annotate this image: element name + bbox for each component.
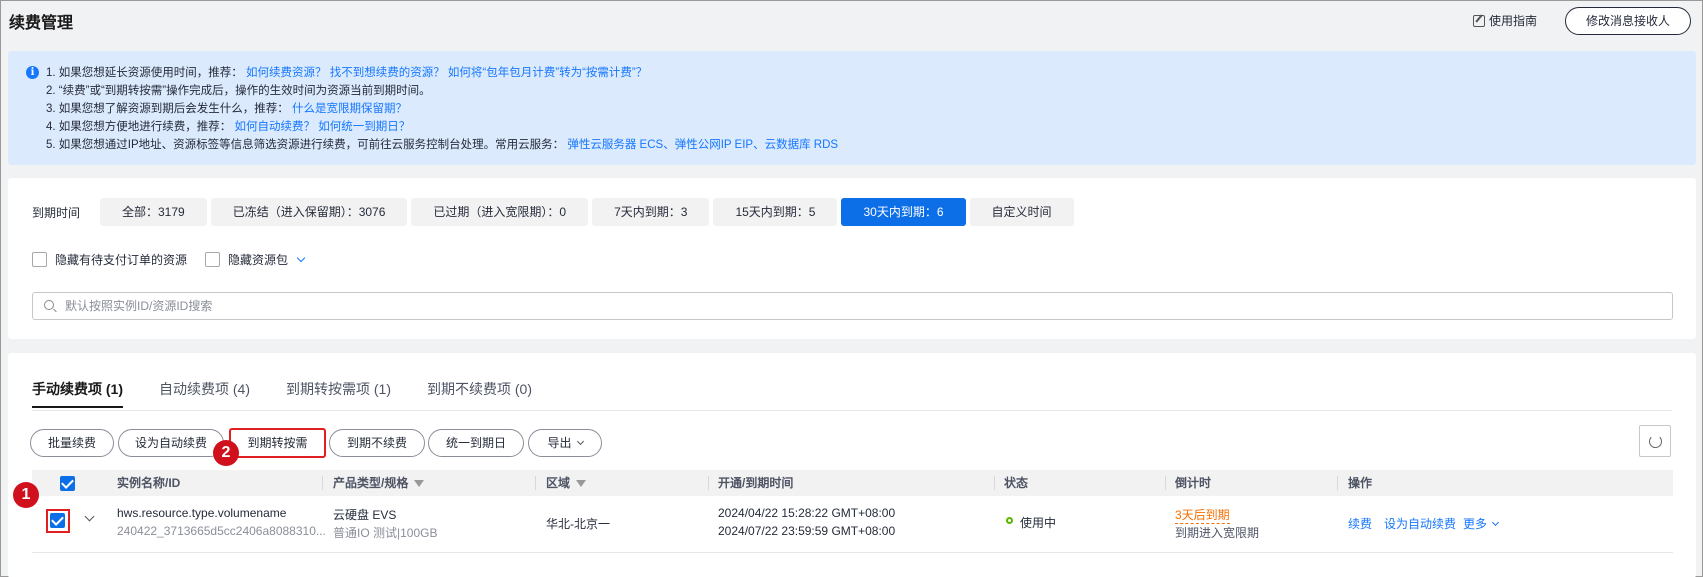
start-time: 2024/04/22 15:28:22 GMT+08:00 (718, 506, 896, 520)
tab-ondemand[interactable]: 到期转按需项 (1) (286, 379, 391, 408)
col-instance: 实例名称/ID (117, 476, 181, 490)
region-value: 华北-北京一 (546, 517, 610, 531)
tab-no-renew[interactable]: 到期不续费项 (0) (427, 379, 532, 408)
col-region: 区域 (546, 470, 587, 496)
tab-manual[interactable]: 手动续费项 (1) (32, 379, 123, 408)
search-input[interactable] (65, 296, 1655, 316)
end-time: 2024/07/22 23:59:59 GMT+08:00 (718, 524, 896, 538)
chip-expired[interactable]: 已过期（进入宽限期）：0 (411, 198, 589, 226)
notice-line-1: 1. 如果您想延长资源使用时间，推荐： 如何续费资源？ 找不到想续费的资源？ 如… (46, 67, 648, 79)
list-panel: 手动续费项 (1) 自动续费项 (4) 到期转按需项 (1) 到期不续费项 (0… (8, 353, 1696, 577)
page-frame: 续费管理 使用指南 修改消息接收人 i 1. 如果您想延长资源使用时间，推荐： … (0, 0, 1703, 577)
table-header: 实例名称/ID 产品类型/规格 区域 开通/到期时间 状态 倒计时 操作 (32, 470, 1673, 496)
col-countdown: 倒计时 (1175, 476, 1212, 490)
select-all-checkbox[interactable] (60, 476, 75, 491)
refresh-button[interactable] (1639, 425, 1671, 457)
filter-icon[interactable] (576, 480, 587, 488)
set-auto-renew-button[interactable]: 设为自动续费 (118, 429, 224, 457)
col-divider (1165, 476, 1166, 490)
page-header: 续费管理 使用指南 修改消息接收人 (1, 1, 1702, 41)
info-icon: i (26, 66, 39, 79)
product-spec: 普通IO 测试|100GB (333, 526, 438, 540)
filter-icon[interactable] (414, 480, 425, 488)
row-checkbox-highlight[interactable] (46, 509, 70, 533)
notice-line-4: 4. 如果您想方便地进行续费，推荐： 如何自动续费？ 如何统一到期日？ (46, 121, 411, 133)
guide-label: 使用指南 (1488, 14, 1537, 28)
table-row: hws.resource.type.volumename 240422_3713… (32, 497, 1673, 553)
row-checkbox[interactable] (50, 513, 65, 528)
link-auto-renew[interactable]: 如何自动续费？ (235, 121, 316, 133)
countdown-value: 3天后到期 (1175, 508, 1230, 524)
unify-date-button[interactable]: 统一到期日 (428, 429, 524, 457)
chip-7days[interactable]: 7天内到期：3 (592, 198, 710, 226)
checkbox-box[interactable] (205, 252, 221, 267)
row-renew-link[interactable]: 续费 (1348, 515, 1372, 532)
row-auto-renew-link[interactable]: 设为自动续费 (1384, 515, 1456, 532)
col-divider (322, 476, 323, 490)
step-badge-1: 1 (13, 482, 39, 508)
chip-frozen[interactable]: 已冻结（进入保留期）：3076 (210, 198, 408, 226)
filter-panel: 到期时间 全部：3179 已冻结（进入保留期）：3076 已过期（进入宽限期）：… (8, 178, 1696, 339)
chip-all[interactable]: 全部：3179 (100, 198, 207, 226)
chevron-down-icon (576, 437, 584, 446)
col-divider (535, 476, 536, 490)
row-more-link[interactable]: 更多 (1463, 515, 1500, 532)
chip-15days[interactable]: 15天内到期：5 (713, 198, 838, 226)
tab-divider (32, 410, 1672, 411)
notice-line-2: 2. “续费”或“到期转按需”操作完成后，操作的生效时间为资源当前到期时间。 (46, 85, 431, 97)
no-renew-button[interactable]: 到期不续费 (329, 429, 425, 457)
col-divider (708, 476, 709, 490)
col-time: 开通/到期时间 (718, 476, 794, 490)
col-divider (994, 476, 995, 490)
to-on-demand-button[interactable]: 到期转按需 (229, 428, 326, 458)
search-icon (44, 300, 54, 310)
chip-custom[interactable]: 自定义时间 (969, 198, 1074, 226)
link-grace-period[interactable]: 什么是宽限期保留期？ (292, 103, 407, 115)
tab-auto[interactable]: 自动续费项 (4) (159, 379, 250, 408)
page-title: 续费管理 (9, 15, 74, 32)
expiry-label: 到期时间 (32, 206, 81, 220)
info-notice: i 1. 如果您想延长资源使用时间，推荐： 如何续费资源？ 找不到想续费的资源？… (8, 51, 1696, 165)
search-box[interactable] (32, 292, 1673, 320)
step-badge-2: 2 (213, 440, 239, 466)
link-convert-ondemand[interactable]: 如何将“包年包月计费”转为“按需计费”？ (448, 67, 647, 79)
batch-renew-button[interactable]: 批量续费 (30, 429, 114, 457)
status-dot-icon (1006, 517, 1013, 524)
chevron-down-icon[interactable] (84, 511, 95, 522)
col-actions: 操作 (1348, 476, 1373, 490)
chevron-down-icon (1491, 518, 1500, 527)
link-ecs[interactable]: 弹性云服务器 ECS、 (567, 139, 674, 151)
chip-30days[interactable]: 30天内到期：6 (841, 198, 966, 226)
guide-link[interactable]: 使用指南 (1472, 12, 1537, 29)
notice-line-5: 5. 如果您想通过IP地址、资源标签等信息筛选资源进行续费，可前往云服务控制台处… (46, 139, 839, 151)
instance-id: 240422_3713665d5cc2406a8088310... (117, 524, 326, 538)
chevron-down-icon[interactable] (296, 253, 306, 263)
notice-line-3: 3. 如果您想了解资源到期后会发生什么，推荐： 什么是宽限期保留期？ (46, 103, 407, 115)
hide-pending-checkbox[interactable]: 隐藏有待支付订单的资源 (32, 251, 187, 268)
countdown-note: 到期进入宽限期 (1175, 526, 1260, 540)
edit-doc-icon (1472, 14, 1485, 27)
status-text: 使用中 (1020, 516, 1057, 530)
product-type: 云硬盘 EVS (333, 508, 397, 522)
link-cannot-find[interactable]: 找不到想续费的资源？ (330, 67, 445, 79)
instance-name: hws.resource.type.volumename (117, 506, 287, 520)
link-how-renew[interactable]: 如何续费资源？ (246, 67, 327, 79)
hide-package-checkbox[interactable]: 隐藏资源包 (205, 251, 306, 268)
link-rds[interactable]: 云数据库 RDS (765, 139, 838, 151)
link-unify-date[interactable]: 如何统一到期日？ (318, 121, 410, 133)
col-product: 产品类型/规格 (333, 470, 425, 496)
col-divider (1337, 476, 1338, 490)
modify-receiver-button[interactable]: 修改消息接收人 (1564, 7, 1691, 35)
col-status: 状态 (1004, 476, 1029, 490)
link-eip[interactable]: 弹性公网IP EIP、 (675, 139, 765, 151)
renew-tabs: 手动续费项 (1) 自动续费项 (4) 到期转按需项 (1) 到期不续费项 (0… (32, 379, 532, 408)
checkbox-box[interactable] (32, 252, 47, 267)
export-button[interactable]: 导出 (528, 429, 602, 457)
expiry-chips: 全部：3179 已冻结（进入保留期）：3076 已过期（进入宽限期）：0 7天内… (100, 198, 1074, 226)
